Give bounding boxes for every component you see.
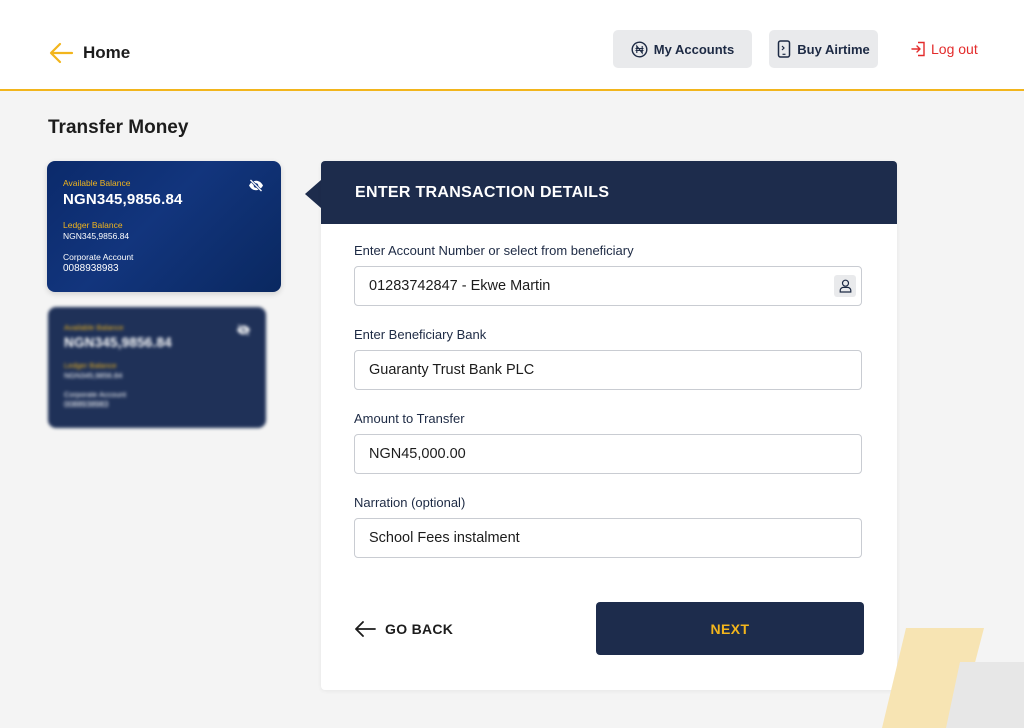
account-number: 0088938983: [63, 263, 119, 274]
account-number-value: 01283742847 - Ekwe Martin: [369, 278, 551, 294]
beneficiary-bank-value: Guaranty Trust Bank PLC: [369, 362, 535, 378]
account-card-inactive[interactable]: Available Balance NGN345,9856.84 Ledger …: [48, 307, 266, 428]
account-type-label: Corporate Account: [64, 390, 127, 399]
logout-label: Log out: [931, 41, 978, 57]
narration-value: School Fees instalment: [369, 530, 520, 546]
account-number: 0088938983: [64, 400, 109, 409]
eye-off-icon[interactable]: [248, 179, 264, 197]
beneficiary-picker-button[interactable]: [834, 275, 856, 297]
narration-field[interactable]: School Fees instalment: [354, 518, 862, 558]
logout-link[interactable]: Log out: [911, 40, 978, 58]
ledger-balance-label: Ledger Balance: [64, 361, 117, 370]
back-arrow-icon: [354, 620, 376, 638]
narration-label: Narration (optional): [354, 495, 466, 510]
ledger-balance-value: NGN345,9856.84: [64, 371, 123, 380]
account-type-label: Corporate Account: [63, 252, 134, 262]
next-label: NEXT: [710, 620, 750, 637]
home-link[interactable]: Home: [48, 40, 130, 66]
naira-icon: [631, 40, 648, 58]
home-label: Home: [83, 43, 131, 62]
available-balance-value: NGN345,9856.84: [64, 335, 172, 350]
account-number-field[interactable]: 01283742847 - Ekwe Martin: [354, 266, 862, 306]
next-button[interactable]: NEXT: [596, 602, 864, 655]
available-balance-label: Available Balance: [63, 178, 131, 188]
amount-label: Amount to Transfer: [354, 411, 465, 426]
eye-off-icon[interactable]: [236, 323, 251, 341]
buy-airtime-label: Buy Airtime: [797, 41, 870, 57]
ledger-balance-label: Ledger Balance: [63, 220, 123, 230]
phone-icon: [777, 40, 791, 58]
ledger-balance-value: NGN345,9856.84: [63, 231, 130, 241]
buy-airtime-button[interactable]: Buy Airtime: [769, 30, 878, 68]
available-balance-value: NGN345,9856.84: [63, 191, 183, 208]
amount-value: NGN45,000.00: [369, 446, 466, 462]
transaction-form-panel: ENTER TRANSACTION DETAILS Enter Account …: [321, 161, 897, 690]
top-header: Home My Accounts Buy Airtime Log out: [0, 0, 1024, 91]
available-balance-label: Available Balance: [64, 323, 124, 332]
account-card-active[interactable]: Available Balance NGN345,9856.84 Ledger …: [47, 161, 281, 292]
my-accounts-label: My Accounts: [653, 41, 735, 57]
page-title: Transfer Money: [48, 117, 189, 138]
beneficiary-bank-label: Enter Beneficiary Bank: [354, 327, 487, 342]
go-back-button[interactable]: GO BACK: [354, 618, 453, 640]
account-number-label: Enter Account Number or select from bene…: [354, 243, 634, 258]
user-icon: [839, 279, 851, 293]
logout-icon: [911, 41, 926, 57]
panel-pointer: [305, 180, 321, 208]
back-arrow-icon: [49, 42, 74, 64]
beneficiary-bank-field[interactable]: Guaranty Trust Bank PLC: [354, 350, 862, 390]
decorative-stripes: [882, 628, 1024, 728]
form-heading: ENTER TRANSACTION DETAILS: [321, 161, 897, 224]
go-back-label: GO BACK: [385, 621, 454, 637]
amount-field[interactable]: NGN45,000.00: [354, 434, 862, 474]
my-accounts-button[interactable]: My Accounts: [613, 30, 752, 68]
